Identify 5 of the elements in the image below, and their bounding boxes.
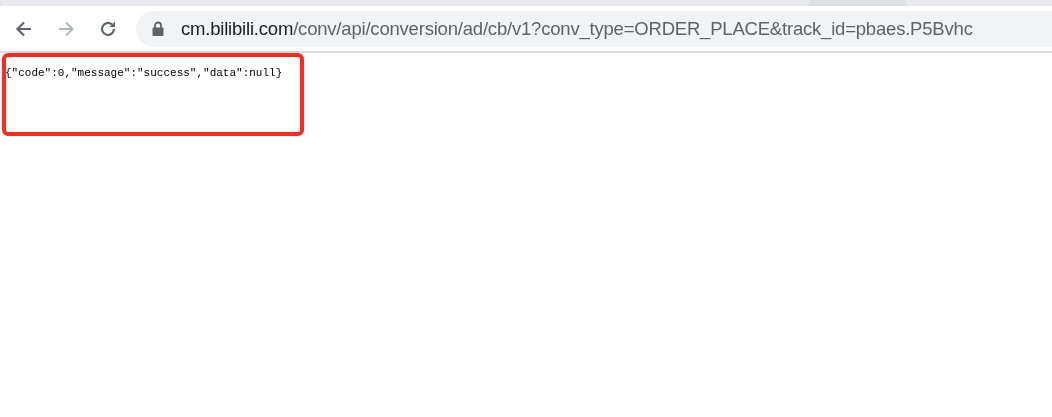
json-response: {"code":0,"message":"success","data":null} bbox=[5, 66, 284, 81]
url-host: cm.bilibili.com bbox=[181, 17, 294, 39]
lock-icon[interactable] bbox=[152, 21, 164, 36]
url-path: /conv/api/conversion/ad/cb/v1?conv_type=ORDER_PLACE&track_id=pbaes.P5Bvhc bbox=[293, 17, 973, 39]
address-bar[interactable]: cm.bilibili.com/conv/api/conversion/ad/cb/v1?conv_type=ORDER_PLACE&track_id=pbaes.P5Bvhc bbox=[136, 10, 1052, 47]
